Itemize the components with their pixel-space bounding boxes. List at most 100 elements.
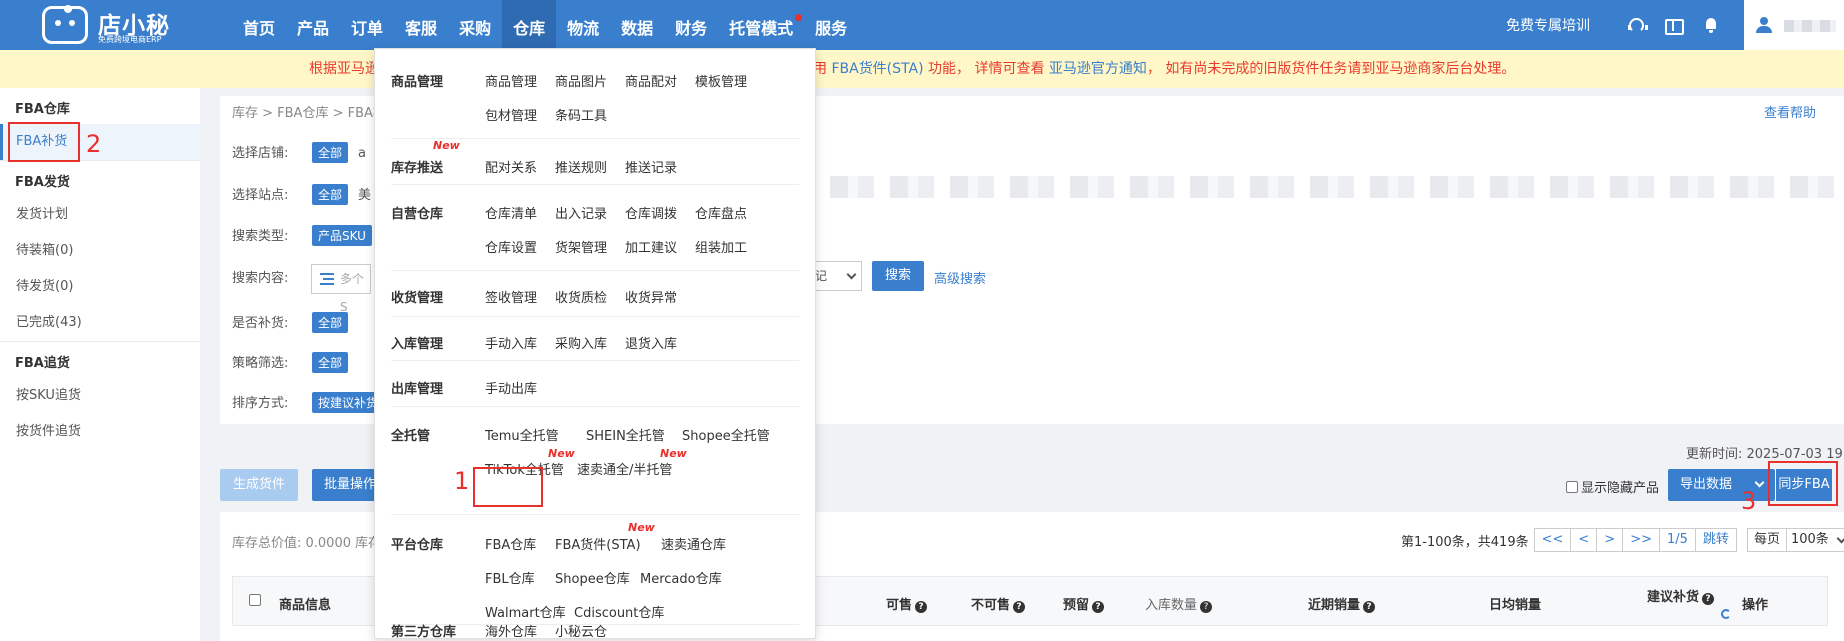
bell-icon[interactable] — [1703, 17, 1719, 33]
book-icon[interactable] — [1665, 17, 1684, 35]
select-all-checkbox[interactable] — [249, 594, 261, 606]
help-icon[interactable]: ? — [1013, 601, 1026, 613]
search-input[interactable]: 多个S — [311, 264, 371, 314]
menu-item[interactable]: 海外仓库 — [485, 621, 537, 640]
nav-orders[interactable]: 订单 — [340, 0, 394, 50]
nav-purchase[interactable]: 采购 — [448, 0, 502, 50]
nav-home[interactable]: 首页 — [232, 0, 286, 50]
user-menu[interactable] — [1744, 0, 1844, 50]
menu-item[interactable]: 仓库盘点 — [695, 203, 747, 222]
filter-tag-sku[interactable]: 产品SKU — [312, 225, 372, 246]
menu-item[interactable]: 出入记录 — [555, 203, 607, 222]
training-link[interactable]: 免费专属培训 — [1506, 15, 1590, 35]
search-button[interactable]: 搜索 — [872, 261, 924, 291]
menu-item[interactable]: Shopee全托管 — [682, 425, 770, 444]
filter-tag-all[interactable]: 全部 — [312, 352, 349, 373]
show-hidden-checkbox[interactable]: 显示隐藏产品 — [1566, 477, 1659, 496]
sidebar-item-track-by-shipment[interactable]: 按货件追货 — [0, 414, 200, 450]
menu-category: 自营仓库 — [391, 207, 444, 222]
filter-extra[interactable]: a — [358, 146, 366, 161]
menu-item[interactable]: 小秘云仓 — [555, 621, 607, 640]
help-icon[interactable]: ? — [1363, 601, 1376, 613]
nav-managed-mode[interactable]: 托管模式 — [718, 0, 804, 50]
menu-item[interactable]: FBL仓库 — [485, 568, 535, 587]
menu-item[interactable]: 速卖通仓库 — [661, 534, 726, 553]
page-last[interactable]: >> — [1622, 528, 1660, 552]
page-prev[interactable]: < — [1570, 528, 1598, 552]
menu-item[interactable]: SHEIN全托管 — [586, 425, 665, 444]
menu-item[interactable]: 退货入库 — [625, 333, 677, 352]
advanced-search-link[interactable]: 高级搜索 — [934, 268, 986, 287]
nav-products[interactable]: 产品 — [286, 0, 340, 50]
menu-item[interactable]: 收货异常 — [625, 287, 677, 306]
nav-customer-service[interactable]: 客服 — [394, 0, 448, 50]
help-icon[interactable]: ? — [915, 601, 928, 613]
menu-item[interactable]: Mercado仓库 — [640, 568, 722, 587]
menu-item[interactable]: 加工建议 — [625, 237, 677, 256]
menu-item[interactable]: 速卖通全/半托管 — [577, 459, 672, 478]
page-first[interactable]: << — [1533, 528, 1572, 552]
menu-section-stock-push: 库存推送 New 配对关系 推送规则 推送记录 — [391, 139, 799, 185]
menu-item[interactable]: 手动出库 — [485, 378, 537, 397]
menu-item[interactable]: 采购入库 — [555, 333, 607, 352]
page-jump[interactable]: 跳转 — [1694, 528, 1737, 552]
menu-item[interactable]: 仓库调拨 — [625, 203, 677, 222]
menu-item[interactable]: 配对关系 — [485, 157, 537, 176]
menu-item[interactable]: Walmart仓库 — [485, 602, 566, 621]
sidebar-item-completed[interactable]: 已完成(43) — [0, 305, 200, 341]
menu-item[interactable]: 推送规则 — [555, 157, 607, 176]
menu-item[interactable]: 仓库设置 — [485, 237, 537, 256]
page-next[interactable]: > — [1596, 528, 1624, 552]
menu-item-fba-warehouse[interactable]: FBA仓库 — [485, 534, 536, 553]
new-badge: New — [660, 447, 687, 460]
per-page-label: 每页 — [1746, 528, 1787, 552]
menu-item[interactable]: 包材管理 — [485, 105, 537, 124]
help-link[interactable]: 查看帮助 — [1764, 102, 1816, 121]
menu-section-full-managed: 全托管 Temu全托管 SHEIN全托管 Shopee全托管 TikTok全托管… — [391, 407, 799, 515]
sidebar-item-shipping-plan[interactable]: 发货计划 — [0, 197, 200, 233]
export-data-button[interactable]: 导出数据 — [1668, 469, 1775, 501]
nav-logistics[interactable]: 物流 — [556, 0, 610, 50]
th-label: 不可售 — [971, 598, 1011, 613]
menu-item[interactable]: 签收管理 — [485, 287, 537, 306]
refresh-icon[interactable] — [1721, 609, 1731, 619]
sidebar-item-to-ship[interactable]: 待发货(0) — [0, 269, 200, 305]
checkbox[interactable] — [1566, 481, 1578, 493]
nav-warehouse[interactable]: 仓库 — [502, 0, 557, 50]
menu-item[interactable]: 模板管理 — [695, 71, 747, 90]
help-icon[interactable]: ? — [1092, 601, 1105, 613]
menu-item[interactable]: 手动入库 — [485, 333, 537, 352]
help-icon[interactable]: ? — [1702, 593, 1715, 605]
generate-shipment-button[interactable]: 生成货件 — [220, 469, 298, 501]
filter-extra[interactable]: 美 — [358, 188, 371, 203]
menu-item[interactable]: 组装加工 — [695, 237, 747, 256]
menu-item[interactable]: 商品管理 — [485, 71, 537, 90]
sidebar-item-to-pack[interactable]: 待装箱(0) — [0, 233, 200, 269]
menu-item[interactable]: 推送记录 — [625, 157, 677, 176]
batch-operation-button[interactable]: 批量操作 — [312, 469, 376, 501]
page-size-select[interactable]: 100条 — [1785, 528, 1844, 552]
sta-link[interactable]: FBA货件(STA) — [831, 61, 923, 77]
help-icon[interactable]: ? — [1200, 601, 1213, 613]
logo[interactable]: 店小秘 免费跨境电商ERP — [42, 4, 232, 46]
menu-item[interactable]: 商品图片 — [555, 71, 607, 90]
filter-tag-all[interactable]: 全部 — [312, 184, 349, 205]
menu-item[interactable]: Temu全托管 — [485, 425, 559, 444]
nav-finance[interactable]: 财务 — [664, 0, 718, 50]
page-current[interactable]: 1/5 — [1659, 528, 1696, 552]
menu-item[interactable]: Shopee仓库 — [555, 568, 630, 587]
th-unsellable: 不可售? — [971, 594, 1026, 613]
menu-item[interactable]: Cdiscount仓库 — [574, 602, 664, 621]
sidebar-item-track-by-sku[interactable]: 按SKU追货 — [0, 378, 200, 414]
menu-item[interactable]: 仓库清单 — [485, 203, 537, 222]
amazon-notice-link[interactable]: 亚马逊官方通知 — [1049, 61, 1147, 77]
filter-tag-all[interactable]: 全部 — [312, 142, 349, 163]
menu-item[interactable]: 商品配对 — [625, 71, 677, 90]
nav-data[interactable]: 数据 — [610, 0, 664, 50]
menu-item[interactable]: 收货质检 — [555, 287, 607, 306]
menu-item[interactable]: FBA货件(STA) — [555, 534, 641, 553]
menu-item[interactable]: 货架管理 — [555, 237, 607, 256]
menu-item[interactable]: 条码工具 — [555, 105, 607, 124]
nav-services[interactable]: 服务 — [804, 0, 858, 50]
headset-icon[interactable] — [1627, 17, 1648, 33]
